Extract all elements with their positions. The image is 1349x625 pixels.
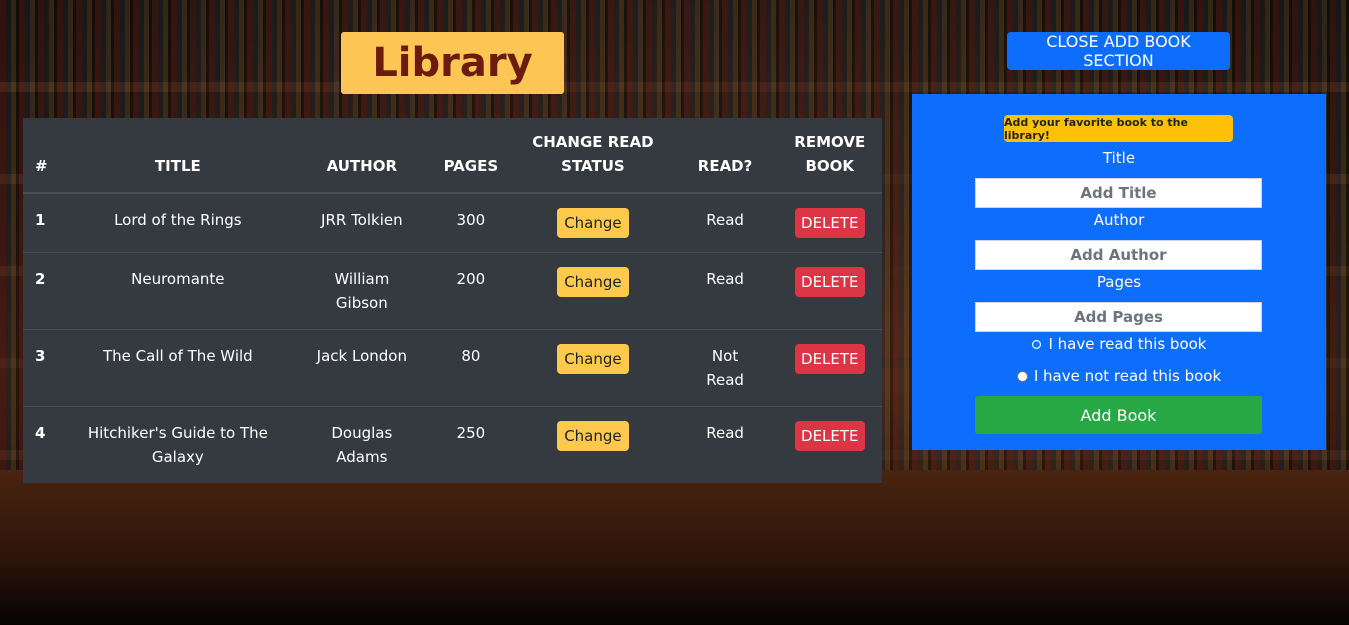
- delete-book-button[interactable]: DELETE: [795, 208, 865, 238]
- change-read-status-button[interactable]: Change: [557, 344, 629, 374]
- page-title-box: Library: [341, 32, 564, 94]
- column-header-author: AUTHOR: [295, 118, 429, 194]
- book-author: William Gibson: [295, 252, 429, 330]
- delete-cell: DELETE: [777, 252, 882, 330]
- row-number: 2: [23, 252, 61, 330]
- delete-cell: DELETE: [777, 192, 882, 253]
- delete-book-button[interactable]: DELETE: [795, 267, 865, 297]
- column-header-title: TITLE: [60, 118, 296, 194]
- change-read-status-button[interactable]: Change: [557, 421, 629, 451]
- change-cell: Change: [513, 252, 673, 330]
- delete-book-button[interactable]: DELETE: [795, 344, 865, 374]
- radio-not-read[interactable]: [1016, 370, 1028, 382]
- table-header: # TITLE AUTHOR PAGES CHANGE READ STATUS …: [23, 118, 882, 194]
- book-pages: 80: [428, 329, 514, 407]
- change-cell: Change: [513, 329, 673, 407]
- radio-read-label: I have read this book: [1048, 335, 1207, 353]
- delete-book-button[interactable]: DELETE: [795, 421, 865, 451]
- book-pages: 200: [428, 252, 514, 330]
- column-header-change-read-status: CHANGE READ STATUS: [513, 118, 673, 194]
- column-header-read: READ?: [672, 118, 778, 194]
- title-label: Title: [1102, 149, 1136, 167]
- table-row: 2 Neuromante William Gibson 200 Change R…: [23, 252, 882, 330]
- column-header-number: #: [23, 118, 61, 194]
- radio-not-read-option[interactable]: I have not read this book: [912, 367, 1326, 385]
- page-title: Library: [372, 40, 533, 86]
- book-read-status: Read: [672, 406, 778, 483]
- book-title: Hitchiker's Guide to The Galaxy: [60, 406, 296, 483]
- book-read-status: Read: [672, 192, 778, 253]
- add-book-panel: Add your favorite book to the library! T…: [912, 94, 1326, 450]
- add-book-badge: Add your favorite book to the library!: [1004, 115, 1233, 142]
- header-row: # TITLE AUTHOR PAGES CHANGE READ STATUS …: [23, 118, 882, 194]
- column-header-pages: PAGES: [428, 118, 514, 194]
- change-read-status-button[interactable]: Change: [557, 267, 629, 297]
- book-title: Neuromante: [60, 252, 296, 330]
- radio-not-read-label: I have not read this book: [1033, 367, 1222, 385]
- change-cell: Change: [513, 406, 673, 483]
- row-number: 3: [23, 329, 61, 407]
- delete-cell: DELETE: [777, 329, 882, 407]
- book-pages: 250: [428, 406, 514, 483]
- close-add-book-section-button[interactable]: CLOSE ADD BOOK SECTION: [1007, 32, 1230, 70]
- pages-label: Pages: [1096, 273, 1142, 291]
- table-row: 4 Hitchiker's Guide to The Galaxy Dougla…: [23, 406, 882, 483]
- delete-cell: DELETE: [777, 406, 882, 483]
- radio-read-option[interactable]: I have read this book: [912, 335, 1326, 353]
- author-input[interactable]: [975, 240, 1262, 270]
- table-row: 1 Lord of the Rings JRR Tolkien 300 Chan…: [23, 192, 882, 253]
- book-title: The Call of The Wild: [60, 329, 296, 407]
- add-book-button[interactable]: Add Book: [975, 396, 1262, 434]
- book-author: Jack London: [295, 329, 429, 407]
- book-author: JRR Tolkien: [295, 192, 429, 253]
- column-header-remove-book: REMOVE BOOK: [777, 118, 882, 194]
- row-number: 1: [23, 192, 61, 253]
- change-read-status-button[interactable]: Change: [557, 208, 629, 238]
- author-label: Author: [1093, 211, 1145, 229]
- book-pages: 300: [428, 192, 514, 253]
- change-cell: Change: [513, 192, 673, 253]
- row-number: 4: [23, 406, 61, 483]
- table-body: 1 Lord of the Rings JRR Tolkien 300 Chan…: [23, 192, 882, 483]
- floor-background: [0, 470, 1349, 625]
- radio-read[interactable]: [1031, 338, 1043, 350]
- book-title: Lord of the Rings: [60, 192, 296, 253]
- book-read-status: Read: [672, 252, 778, 330]
- table-row: 3 The Call of The Wild Jack London 80 Ch…: [23, 329, 882, 407]
- book-read-status: Not Read: [672, 329, 778, 407]
- pages-input[interactable]: [975, 302, 1262, 332]
- title-input[interactable]: [975, 178, 1262, 208]
- library-table: # TITLE AUTHOR PAGES CHANGE READ STATUS …: [23, 118, 882, 483]
- book-author: Douglas Adams: [295, 406, 429, 483]
